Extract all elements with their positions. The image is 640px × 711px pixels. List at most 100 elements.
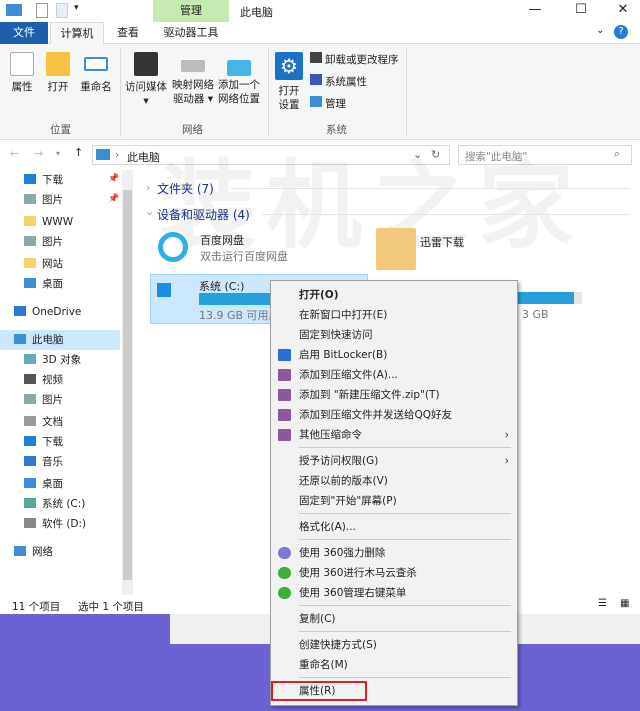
sidebar-item[interactable]: 音乐 (24, 452, 63, 472)
menu-separator (299, 677, 511, 678)
devices-section-header[interactable]: 设备和驱动器 (4) (157, 206, 250, 223)
menu-item[interactable]: 固定到快速访问 (271, 325, 517, 345)
uninstall-program-button[interactable]: 卸载或更改程序 (310, 52, 399, 67)
folders-section-header[interactable]: 文件夹 (7) (157, 180, 214, 197)
minimize-button[interactable]: — (520, 2, 550, 17)
sidebar-item[interactable]: 文档 (24, 412, 63, 432)
sidebar-item[interactable]: 网站 (24, 254, 63, 274)
rename-icon (84, 57, 108, 71)
sidebar-item[interactable]: 软件 (D:) (24, 514, 86, 534)
menu-item[interactable]: 添加到压缩文件并发送给QQ好友 (271, 405, 517, 425)
new-folder-quick-icon[interactable] (56, 3, 68, 18)
address-bar[interactable]: › 此电脑 ⌄ ↻ (92, 145, 450, 165)
tab-computer[interactable]: 计算机 (50, 22, 104, 45)
sidebar-item-label: 图片 (42, 194, 63, 206)
menu-item-label: 使用 360强力删除 (299, 547, 386, 559)
media-icon (134, 52, 158, 76)
menu-item[interactable]: 格式化(A)... (271, 517, 517, 537)
add-network-location-button[interactable]: 添加一个网络位置 (216, 60, 262, 106)
menu-item[interactable]: 在新窗口中打开(E) (271, 305, 517, 325)
map-network-drive-button[interactable]: 映射网络驱动器 ▾ (170, 60, 216, 106)
tab-view[interactable]: 查看 (104, 22, 152, 44)
properties-button[interactable]: 属性 (6, 52, 38, 94)
menu-item[interactable]: 授予访问权限(G) › (271, 451, 517, 471)
large-icons-view-icon[interactable]: ▦ (620, 598, 629, 609)
sidebar-item[interactable]: 网络 (14, 542, 53, 562)
baidu-netdisk-item[interactable]: 百度网盘 双击运行百度网盘 (150, 228, 370, 270)
menu-item[interactable]: 使用 360管理右键菜单 (271, 583, 517, 603)
rename-button[interactable]: 重命名 (76, 52, 116, 94)
chevron-right-icon[interactable]: › (146, 181, 150, 194)
sidebar-item[interactable]: 视频 (24, 370, 63, 390)
label: 属性 (11, 81, 33, 93)
label: 卸载或更改程序 (325, 54, 399, 66)
sidebar-item[interactable]: 下载 (24, 170, 63, 190)
open-settings-button[interactable]: ⚙ 打开设置 (272, 52, 306, 112)
tab-drive-tools[interactable]: 驱动器工具 (153, 22, 229, 44)
sidebar-item[interactable]: 图片 (24, 190, 63, 210)
menu-item[interactable]: 添加到压缩文件(A)... (271, 365, 517, 385)
item-name: 迅雷下载 (420, 236, 464, 249)
sidebar-item[interactable]: 图片 (24, 232, 63, 252)
search-icon: ⌕ (614, 147, 621, 160)
access-media-button[interactable]: 访问媒体 ▾ (124, 52, 168, 108)
details-view-icon[interactable]: ☰ (598, 598, 607, 609)
sidebar-item[interactable]: 系统 (C:) (24, 494, 85, 514)
sidebar-item[interactable]: WWW (24, 212, 73, 232)
chevron-down-icon[interactable]: ⌄ (145, 205, 154, 218)
menu-item-label: 添加到压缩文件(A)... (299, 369, 398, 381)
sidebar-item-icon (24, 236, 36, 246)
menu-item[interactable]: 还原以前的版本(V) (271, 471, 517, 491)
sidebar-item-icon (24, 416, 36, 426)
pin-icon[interactable]: 📌 (108, 174, 119, 184)
breadcrumb-this-pc[interactable]: 此电脑 (127, 149, 160, 165)
menu-item[interactable]: 固定到"开始"屏幕(P) (271, 491, 517, 511)
system-properties-button[interactable]: 系统属性 (310, 74, 367, 89)
tab-file[interactable]: 文件 (0, 22, 48, 44)
maximize-button[interactable]: ☐ (566, 2, 596, 17)
menu-item[interactable]: 启用 BitLocker(B) (271, 345, 517, 365)
refresh-icon[interactable]: ↻ (431, 148, 440, 161)
menu-item[interactable]: 其他压缩命令 › (271, 425, 517, 445)
menu-item[interactable]: 创建快捷方式(S) (271, 635, 517, 655)
open-button[interactable]: 打开 (42, 52, 74, 94)
sidebar-item[interactable]: 此电脑 (0, 330, 120, 350)
up-button[interactable]: ↑ (74, 146, 83, 159)
menu-item[interactable]: 重命名(M) (271, 655, 517, 675)
sidebar-scroll-thumb[interactable] (123, 190, 132, 580)
window-title: 此电脑 (240, 6, 273, 19)
menu-separator (299, 605, 511, 606)
computer-icon (96, 149, 110, 160)
search-input[interactable]: 搜索"此电脑" (458, 145, 632, 165)
menu-item-label: 打开(O) (299, 289, 339, 301)
sidebar-item[interactable]: 桌面 (24, 474, 63, 494)
menu-item-properties[interactable]: 属性(R) (271, 681, 367, 701)
ribbon-expand-icon[interactable]: ⌄ (596, 25, 604, 36)
menu-item[interactable]: 复制(C) (271, 609, 517, 629)
customize-quick-access-icon[interactable]: ▾ (74, 3, 79, 13)
menu-item-label: 添加到压缩文件并发送给QQ好友 (299, 409, 453, 421)
recent-locations-button[interactable]: ▾ (56, 149, 60, 158)
menu-item[interactable]: 使用 360进行木马云查杀 (271, 563, 517, 583)
sidebar-item-label: 下载 (42, 174, 63, 186)
forward-button[interactable]: → (34, 147, 43, 160)
help-icon[interactable]: ? (614, 25, 628, 39)
properties-quick-icon[interactable] (36, 3, 48, 18)
sidebar-item[interactable]: 桌面 (24, 274, 63, 294)
menu-item[interactable]: 添加到 "新建压缩文件.zip"(T) (271, 385, 517, 405)
address-dropdown-icon[interactable]: ⌄ (413, 148, 422, 161)
sidebar-item-label: 下载 (42, 436, 63, 448)
menu-item[interactable]: 使用 360强力删除 (271, 543, 517, 563)
close-button[interactable]: ✕ (608, 2, 638, 17)
sidebar-item[interactable]: 下载 (24, 432, 63, 452)
sidebar-item-icon (24, 258, 36, 268)
pin-icon[interactable]: 📌 (108, 194, 119, 204)
sidebar-item[interactable]: 图片 (24, 390, 63, 410)
sidebar-item[interactable]: 3D 对象 (24, 350, 81, 370)
sidebar-item[interactable]: OneDrive (14, 302, 81, 322)
menu-item[interactable]: 打开(O) (271, 285, 517, 305)
sidebar-item-label: 网络 (32, 546, 53, 558)
manage-button[interactable]: 管理 (310, 96, 346, 111)
xunlei-download-item[interactable]: 迅雷下载 (372, 226, 592, 272)
back-button[interactable]: ← (10, 147, 19, 160)
